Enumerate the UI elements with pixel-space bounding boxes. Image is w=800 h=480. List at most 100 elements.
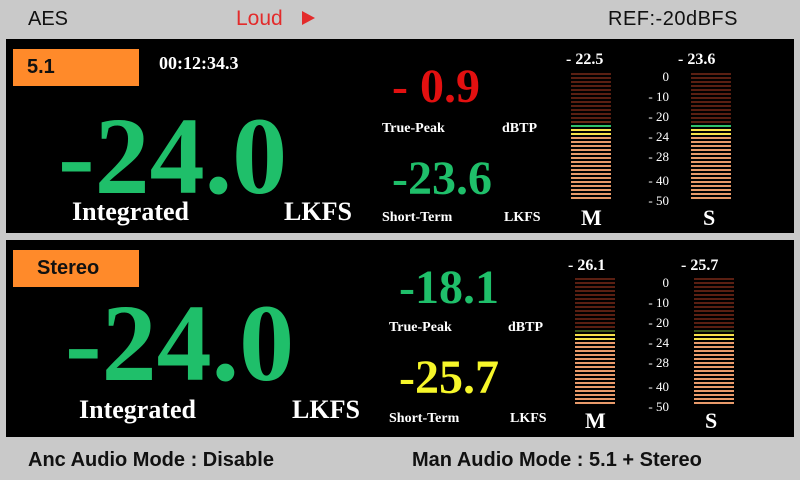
meter-segment xyxy=(694,362,734,364)
meter-segment xyxy=(694,378,734,380)
scale-24: - 24 xyxy=(648,129,669,144)
meter-segment xyxy=(575,346,615,348)
true-peak-unit: dBTP xyxy=(502,121,538,136)
meter-segment xyxy=(691,133,731,135)
meter-segment xyxy=(571,185,611,187)
meter-segment xyxy=(691,121,731,123)
meter-segment xyxy=(575,370,615,372)
elapsed-timer: 00:12:34.3 xyxy=(159,53,239,73)
meter-segment xyxy=(691,137,731,139)
meter-segment xyxy=(691,129,731,131)
meter-s-label: S xyxy=(705,408,718,433)
meter-segment xyxy=(571,117,611,119)
meter-segment xyxy=(694,322,734,324)
meter-segment xyxy=(575,326,615,328)
meter-segment xyxy=(694,318,734,320)
meter-segment xyxy=(575,378,615,380)
scale-0: 0 xyxy=(662,69,670,84)
meter-segment xyxy=(694,286,734,288)
meter-segment xyxy=(694,326,734,328)
meter-segment xyxy=(571,81,611,83)
meter-segment xyxy=(691,197,731,199)
meter-segment xyxy=(694,350,734,352)
meter-segment xyxy=(694,314,734,316)
meter-segment xyxy=(575,402,615,404)
meter-segment xyxy=(571,93,611,95)
anc-audio-mode: Anc Audio Mode : Disable xyxy=(28,449,274,471)
scale-20: - 20 xyxy=(648,315,669,330)
meter-segment xyxy=(575,354,615,356)
meter-segment xyxy=(575,282,615,284)
meter-segment xyxy=(575,362,615,364)
meter-s-bar xyxy=(694,278,734,406)
meter-segment xyxy=(575,382,615,384)
meter-m-top-readout: - 22.5 xyxy=(566,51,604,68)
meter-m-bar xyxy=(575,278,615,406)
scale-24: - 24 xyxy=(648,335,669,350)
scale-0: 0 xyxy=(662,275,670,290)
meter-segment xyxy=(571,177,611,179)
meter-segment xyxy=(694,302,734,304)
meter-segment xyxy=(694,366,734,368)
meter-segment xyxy=(691,165,731,167)
meter-segment xyxy=(694,398,734,400)
man-audio-mode: Man Audio Mode : 5.1 + Stereo xyxy=(412,449,702,471)
meter-segment xyxy=(571,129,611,131)
meter-segment xyxy=(571,125,611,127)
meter-segment xyxy=(575,390,615,392)
meter-segment xyxy=(575,374,615,376)
meter-segment xyxy=(694,354,734,356)
scale-20: - 20 xyxy=(648,109,669,124)
meter-m-bar xyxy=(571,73,611,201)
scale-10: - 10 xyxy=(648,89,669,104)
meter-segment xyxy=(571,113,611,115)
meter-segment xyxy=(575,314,615,316)
meter-segment xyxy=(575,286,615,288)
meter-segment xyxy=(575,350,615,352)
meter-segment xyxy=(571,73,611,75)
meter-segment xyxy=(691,161,731,163)
meter-segment xyxy=(571,101,611,103)
integrated-loudness-value: -24.0 xyxy=(58,95,288,217)
top-bar: AES Loud REF:-20dBFS xyxy=(0,0,800,38)
meter-segment xyxy=(694,338,734,340)
short-term-value: -25.7 xyxy=(399,351,499,404)
integrated-label: Integrated xyxy=(72,197,189,226)
meter-segment xyxy=(571,137,611,139)
meter-segment xyxy=(694,390,734,392)
meter-segment xyxy=(571,193,611,195)
integrated-unit: LKFS xyxy=(284,197,352,226)
meter-segment xyxy=(575,290,615,292)
meter-segment xyxy=(694,334,734,336)
true-peak-value: -18.1 xyxy=(399,261,499,314)
meter-segment xyxy=(694,278,734,280)
meter-m-label: M xyxy=(581,205,602,230)
meter-segment xyxy=(575,330,615,332)
loudness-mode-button[interactable]: Loud xyxy=(236,7,283,31)
meter-segment xyxy=(575,318,615,320)
meter-segment xyxy=(691,185,731,187)
meter-segment xyxy=(694,374,734,376)
meter-segment xyxy=(571,105,611,107)
meter-segment xyxy=(571,157,611,159)
meter-segment xyxy=(571,181,611,183)
meter-segment xyxy=(694,294,734,296)
meter-segment xyxy=(571,133,611,135)
meter-segment xyxy=(691,97,731,99)
meter-segment xyxy=(691,153,731,155)
short-term-unit: LKFS xyxy=(510,411,547,426)
meter-segment xyxy=(691,109,731,111)
meter-segment xyxy=(575,334,615,336)
channel-badge[interactable]: 5.1 xyxy=(13,49,139,86)
meter-segment xyxy=(691,81,731,83)
meter-segment xyxy=(694,306,734,308)
meter-segment xyxy=(691,93,731,95)
play-arrow-icon[interactable] xyxy=(302,11,315,25)
meter-segment xyxy=(575,322,615,324)
meter-s-label: S xyxy=(703,205,716,230)
meter-segment xyxy=(571,189,611,191)
meter-segment xyxy=(575,302,615,304)
meter-segment xyxy=(691,157,731,159)
audio-source-label: AES xyxy=(28,8,69,30)
true-peak-label: True-Peak xyxy=(382,121,445,136)
